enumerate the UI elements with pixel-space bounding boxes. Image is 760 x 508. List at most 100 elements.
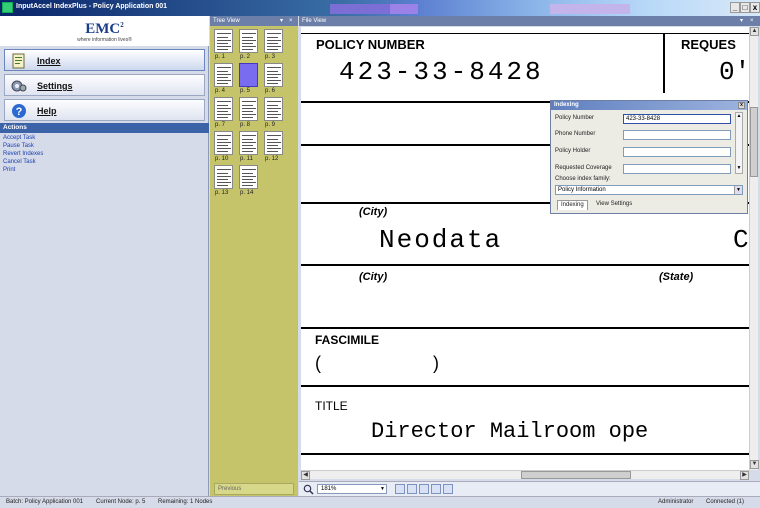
doc-title-value: Director Mailroom ope bbox=[371, 419, 649, 444]
pane-menu-icon[interactable]: ▾ bbox=[280, 16, 283, 26]
page-thumbnail[interactable] bbox=[239, 165, 258, 189]
tree-view-title: Tree View bbox=[213, 18, 240, 24]
thumbnail-text-line bbox=[217, 145, 228, 146]
tab-indexing[interactable]: Indexing bbox=[557, 200, 588, 210]
page-thumbnail[interactable] bbox=[264, 97, 283, 121]
left-panel: EMC2 where information lives® Index Sett… bbox=[0, 16, 209, 496]
thumbnail-text-line bbox=[217, 169, 231, 170]
page-thumbnail[interactable] bbox=[214, 165, 233, 189]
zoom-value: 181% bbox=[321, 486, 337, 492]
cancel-task-link[interactable]: Cancel Task bbox=[3, 158, 43, 166]
thumbnail-text-line bbox=[242, 148, 256, 149]
thumbnail-text-line bbox=[217, 80, 231, 81]
page-thumbnail[interactable] bbox=[214, 131, 233, 155]
scroll-left-icon[interactable]: ◀ bbox=[301, 471, 310, 480]
page-thumbnail[interactable] bbox=[264, 63, 283, 87]
page-thumbnail[interactable] bbox=[264, 131, 283, 155]
status-batch: Batch: Policy Application 001 bbox=[6, 499, 84, 505]
thumbnail-text-line bbox=[217, 148, 231, 149]
view-toolbar: 181% ▼ bbox=[299, 481, 760, 496]
rotate-icon[interactable] bbox=[431, 484, 441, 494]
fit-width-icon[interactable] bbox=[419, 484, 429, 494]
thumbnail-text-line bbox=[217, 46, 231, 47]
minimize-button[interactable]: _ bbox=[730, 2, 740, 13]
policy-number-field[interactable]: 423-33-8428 bbox=[623, 114, 731, 124]
maximize-button[interactable]: □ bbox=[740, 2, 750, 13]
thumbnail-text-line bbox=[267, 145, 278, 146]
tab-view-settings[interactable]: View Settings bbox=[593, 200, 635, 210]
requested-coverage-field[interactable] bbox=[623, 164, 731, 174]
magnifier-icon[interactable] bbox=[303, 484, 314, 495]
tree-view-pane: Tree View ▾ × p. 1 p. 2 p. 3 p. 4 p. 5 p. 6 p.… bbox=[210, 16, 298, 496]
scroll-up-icon[interactable]: ▲ bbox=[750, 27, 759, 36]
page-thumbnail[interactable] bbox=[239, 131, 258, 155]
nav-index-button[interactable]: Index bbox=[4, 49, 205, 71]
thumbnail-text-line bbox=[267, 139, 278, 140]
doc-fascimile-open: ( bbox=[315, 353, 321, 373]
horizontal-scroll-thumb[interactable] bbox=[521, 471, 631, 479]
page-thumbnail[interactable] bbox=[239, 29, 258, 53]
scroll-up-icon[interactable]: ▲ bbox=[736, 113, 742, 120]
scroll-right-icon[interactable]: ▶ bbox=[740, 471, 749, 480]
scroll-down-icon[interactable]: ▼ bbox=[736, 165, 742, 172]
thumbnail-text-line bbox=[217, 67, 231, 68]
page-label: p. 10 bbox=[215, 156, 229, 162]
nav-settings-button[interactable]: Settings bbox=[4, 74, 205, 96]
pane-close-icon[interactable]: × bbox=[289, 16, 293, 26]
close-button[interactable]: x bbox=[750, 2, 760, 13]
pan-tool-icon[interactable] bbox=[395, 484, 405, 494]
print-link[interactable]: Print bbox=[3, 166, 43, 174]
index-family-select[interactable]: Policy Information ▼ bbox=[555, 185, 743, 195]
thumbnail-text-line bbox=[242, 182, 256, 183]
zoom-select[interactable]: 181% ▼ bbox=[317, 484, 387, 494]
vertical-scrollbar[interactable]: ▲ ▼ bbox=[749, 27, 759, 470]
phone-number-field[interactable] bbox=[623, 130, 731, 140]
vertical-scroll-thumb[interactable] bbox=[750, 107, 758, 177]
thumbnail-text-line bbox=[267, 43, 278, 44]
title-bar: InputAccel IndexPlus - Policy Applicatio… bbox=[0, 0, 760, 16]
thumbnail-text-line bbox=[217, 33, 231, 34]
revert-indexes-link[interactable]: Revert Indexes bbox=[3, 150, 43, 158]
title-bar-accent-band bbox=[550, 4, 630, 14]
thumbnail-text-line bbox=[267, 108, 281, 109]
page-thumbnail[interactable] bbox=[239, 63, 258, 87]
requested-coverage-label: Requested Coverage bbox=[555, 165, 612, 171]
page-thumbnail[interactable] bbox=[264, 29, 283, 53]
file-pane-close-icon[interactable]: × bbox=[750, 16, 754, 26]
page-label: p. 1 bbox=[215, 54, 226, 60]
nav-help-button[interactable]: ? Help bbox=[4, 99, 205, 121]
thumbnail-text-line bbox=[217, 185, 228, 186]
thumbnail-text-line bbox=[242, 46, 256, 47]
file-pane-menu-icon[interactable]: ▾ bbox=[740, 16, 743, 26]
nav-help-label: Help bbox=[37, 106, 57, 116]
thumbnail-text-line bbox=[267, 46, 281, 47]
previous-button[interactable]: Previous bbox=[214, 483, 294, 495]
scroll-down-icon[interactable]: ▼ bbox=[750, 460, 759, 469]
index-icon bbox=[12, 53, 25, 69]
thumbnail-text-line bbox=[217, 71, 228, 72]
horizontal-scrollbar[interactable]: ◀ ▶ bbox=[301, 470, 749, 480]
page-thumbnail[interactable] bbox=[214, 97, 233, 121]
thumbnail-text-line bbox=[217, 111, 228, 112]
title-bar-accent-band bbox=[330, 4, 390, 14]
policy-holder-field[interactable] bbox=[623, 147, 731, 157]
thumbnail-text-line bbox=[267, 105, 278, 106]
actual-size-icon[interactable] bbox=[443, 484, 453, 494]
pause-task-link[interactable]: Pause Task bbox=[3, 142, 43, 150]
doc-company-value-right: C bbox=[733, 225, 749, 255]
page-thumbnail[interactable] bbox=[214, 63, 233, 87]
thumbnail-text-line bbox=[217, 142, 231, 143]
indexing-scrollbar[interactable]: ▲ ▼ bbox=[735, 112, 743, 174]
doc-fascimile-label: FASCIMILE bbox=[315, 333, 380, 347]
close-icon[interactable]: x bbox=[738, 102, 745, 109]
thumbnail-text-line bbox=[242, 176, 256, 177]
thumbnail-text-line bbox=[267, 135, 281, 136]
fit-page-icon[interactable] bbox=[407, 484, 417, 494]
accept-task-link[interactable]: Accept Task bbox=[3, 134, 43, 142]
nav-index-label: Index bbox=[37, 56, 61, 66]
thumbnail-text-line bbox=[242, 185, 253, 186]
page-thumbnail[interactable] bbox=[239, 97, 258, 121]
page-thumbnail[interactable] bbox=[214, 29, 233, 53]
thumbnail-text-line bbox=[242, 173, 253, 174]
status-current-node: Current Node: p. 5 bbox=[96, 499, 146, 505]
